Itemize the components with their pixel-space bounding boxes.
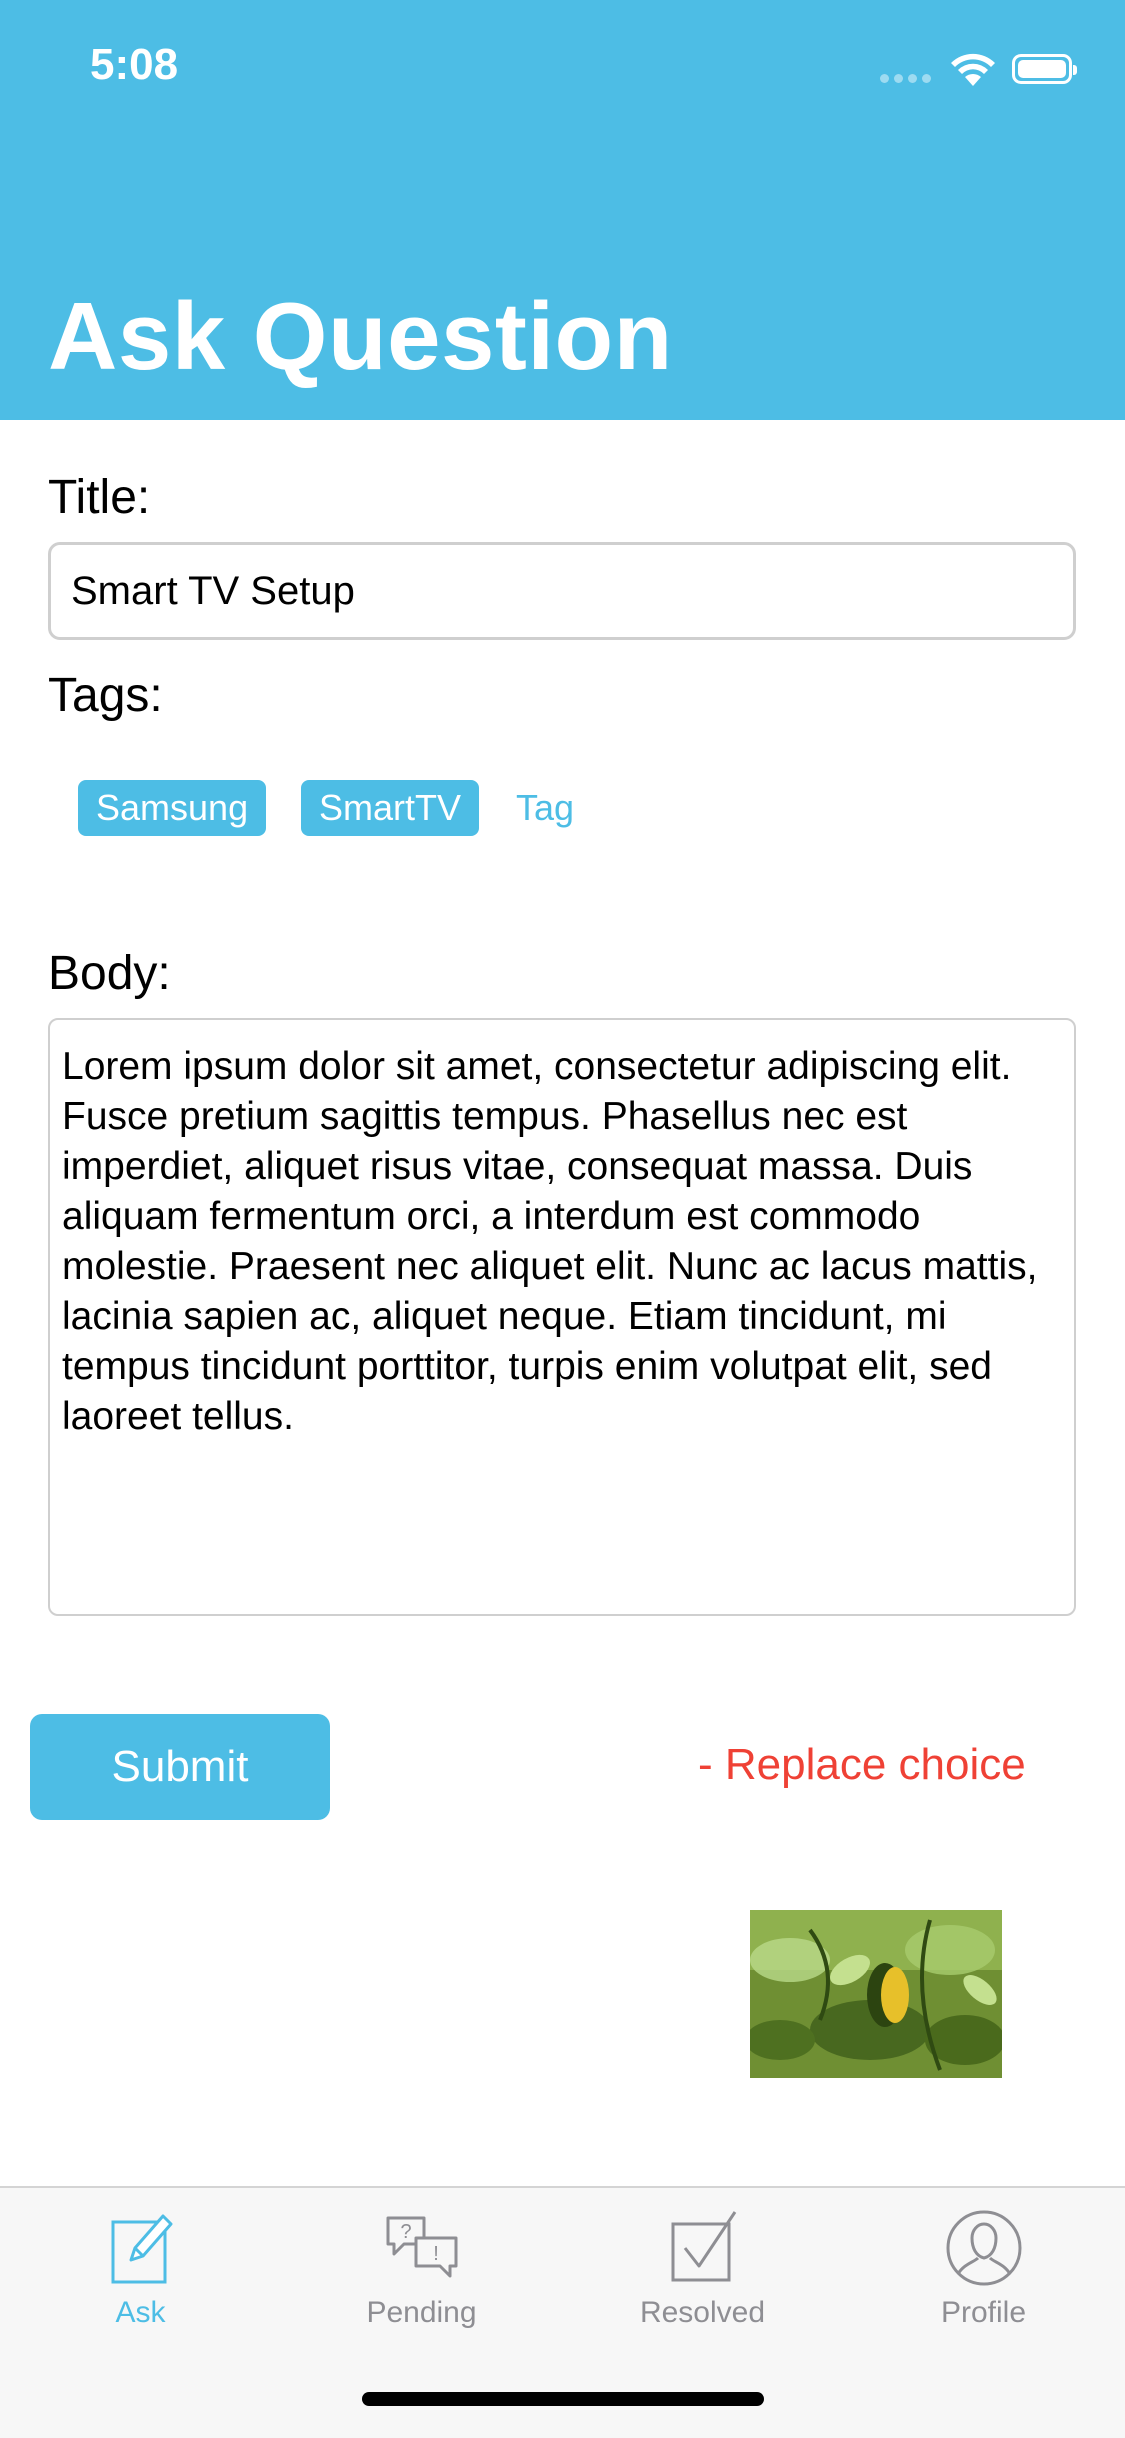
tab-pending[interactable]: ? ! Pending <box>281 2188 562 2348</box>
cellular-signal-icon <box>880 74 932 84</box>
tab-label: Resolved <box>639 2296 766 2329</box>
tab-label: Profile <box>940 2296 1027 2329</box>
battery-icon <box>1012 54 1077 84</box>
compose-icon <box>111 2214 172 2284</box>
tags-label: Tags: <box>48 669 163 722</box>
svg-text:!: ! <box>433 2243 439 2265</box>
status-time: 5:08 <box>90 40 179 89</box>
chat-question-icon: ? ! <box>386 2216 457 2278</box>
title-label: Title: <box>48 471 151 524</box>
attached-photo[interactable] <box>750 1910 1002 2078</box>
tab-resolved[interactable]: Resolved <box>562 2188 843 2348</box>
svg-text:?: ? <box>400 2221 411 2243</box>
person-icon <box>946 2210 1021 2286</box>
tag-chip[interactable]: Samsung <box>78 780 267 836</box>
checkbox-icon <box>671 2211 736 2282</box>
body-label: Body: <box>48 947 171 1000</box>
title-input[interactable]: Smart TV Setup <box>48 542 1076 640</box>
tab-label: Pending <box>366 2296 477 2329</box>
page-title: Ask Question <box>48 283 673 390</box>
tab-label: Ask <box>115 2296 166 2329</box>
wifi-icon <box>951 53 995 86</box>
submit-button[interactable]: Submit <box>30 1714 330 1820</box>
home-indicator <box>362 2392 764 2406</box>
tab-profile[interactable]: Profile <box>843 2188 1124 2348</box>
tag-chip[interactable]: SmartTV <box>301 780 480 836</box>
body-textarea[interactable]: Lorem ipsum dolor sit amet, consectetur … <box>48 1018 1076 1616</box>
tab-ask[interactable]: Ask <box>0 2188 281 2348</box>
navigation-header: 5:08 Ask Question <box>0 0 1125 420</box>
tag-input[interactable]: Tag <box>516 780 574 836</box>
replace-choice-button[interactable]: - Replace choice <box>698 1740 1026 1790</box>
